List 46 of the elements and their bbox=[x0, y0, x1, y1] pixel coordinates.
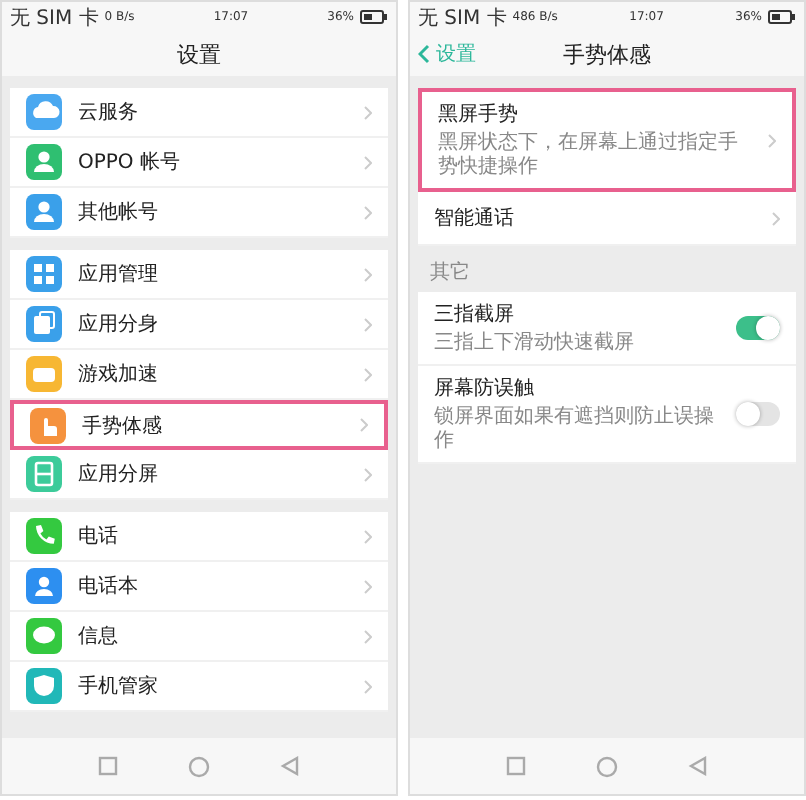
back-icon[interactable] bbox=[280, 756, 301, 776]
chevron-icon bbox=[364, 155, 372, 169]
chevron-icon bbox=[364, 579, 372, 593]
carrier-text: 无 SIM 卡 bbox=[418, 5, 507, 31]
recent-apps-icon[interactable] bbox=[505, 756, 526, 776]
chevron-icon bbox=[364, 205, 372, 219]
chevron-icon bbox=[364, 467, 372, 481]
battery-icon bbox=[768, 10, 796, 24]
settings-item[interactable]: 手势体感 bbox=[10, 400, 388, 450]
settings-item[interactable]: 云服务 bbox=[10, 88, 388, 138]
settings-item[interactable]: 应用分屏 bbox=[10, 450, 388, 500]
toggle-switch[interactable] bbox=[736, 316, 780, 340]
chevron-icon bbox=[364, 317, 372, 331]
home-icon[interactable] bbox=[187, 755, 210, 777]
chevron-icon bbox=[364, 267, 372, 281]
settings-item[interactable]: 电话本 bbox=[10, 562, 388, 612]
home-icon[interactable] bbox=[595, 755, 618, 777]
battery-icon bbox=[360, 10, 388, 24]
settings-item[interactable]: 应用分身 bbox=[10, 300, 388, 350]
carrier-text: 无 SIM 卡 bbox=[10, 5, 99, 31]
settings-item[interactable]: 信息 bbox=[10, 612, 388, 662]
chevron-icon bbox=[364, 529, 372, 543]
chevron-icon bbox=[364, 105, 372, 119]
settings-item[interactable]: 三指截屏 三指上下滑动快速截屏 bbox=[418, 292, 796, 366]
settings-item[interactable]: 游戏加速 bbox=[10, 350, 388, 400]
chevron-icon bbox=[360, 418, 368, 432]
chevron-icon bbox=[364, 679, 372, 693]
settings-item[interactable]: OPPO 帐号 bbox=[10, 138, 388, 188]
chevron-icon bbox=[364, 629, 372, 643]
chevron-icon bbox=[768, 133, 776, 147]
section-header: 其它 bbox=[428, 259, 472, 286]
chevron-icon bbox=[772, 211, 780, 225]
settings-item[interactable]: 屏幕防误触 锁屏界面如果有遮挡则防止误操作 bbox=[418, 366, 796, 464]
recent-apps-icon[interactable] bbox=[97, 756, 118, 776]
screen-title: 手势体感 bbox=[563, 39, 651, 69]
settings-item[interactable]: 智能通话 bbox=[418, 192, 796, 246]
settings-item[interactable]: 电话 bbox=[10, 512, 388, 562]
back-icon[interactable] bbox=[688, 756, 709, 776]
settings-item[interactable]: 手机管家 bbox=[10, 662, 388, 712]
screen-title: 设置 bbox=[177, 39, 221, 69]
back-chevron-icon bbox=[418, 44, 430, 64]
settings-item[interactable]: 其他帐号 bbox=[10, 188, 388, 238]
toggle-switch[interactable] bbox=[736, 402, 780, 426]
chevron-icon bbox=[364, 367, 372, 381]
settings-item[interactable]: 黑屏手势 黑屏状态下，在屏幕上通过指定手势快捷操作 bbox=[418, 88, 796, 192]
settings-item[interactable]: 应用管理 bbox=[10, 250, 388, 300]
